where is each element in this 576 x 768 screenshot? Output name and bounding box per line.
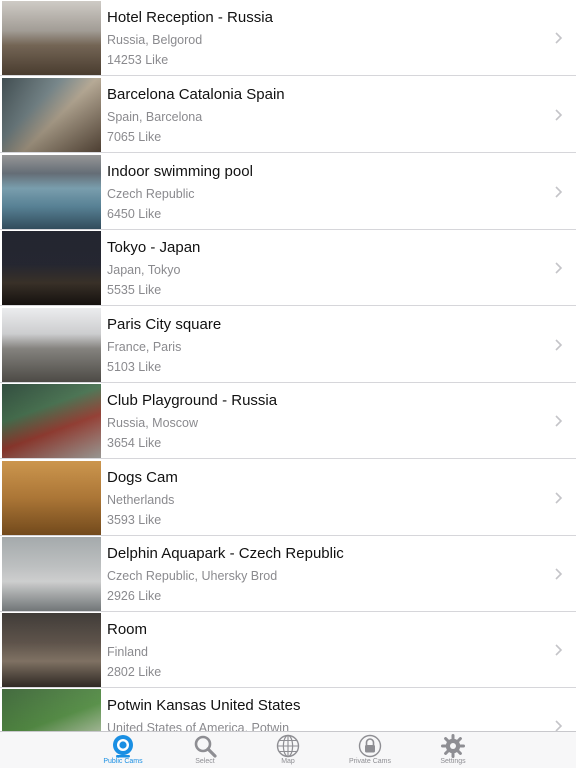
tab-label: Private Cams (348, 758, 391, 765)
cam-likes: 3654 Like (107, 436, 162, 450)
cam-thumbnail (2, 155, 101, 229)
tab-label: Public Cams (103, 758, 143, 765)
cam-location: Netherlands (107, 493, 175, 507)
cam-likes: 5535 Like (107, 283, 162, 297)
cam-list: Hotel Reception - Russia Russia, Belgoro… (0, 0, 576, 731)
cam-thumbnail (2, 231, 101, 305)
cam-likes: 7065 Like (107, 130, 162, 144)
chevron-right-icon (555, 109, 563, 121)
cam-title: Delphin Aquapark - Czech Republic (107, 545, 344, 562)
cam-thumbnail (2, 384, 101, 458)
tab-public-cams[interactable]: Public Cams (83, 732, 163, 768)
cam-location: Czech Republic, Uhersky Brod (107, 569, 278, 583)
cam-thumbnail (2, 461, 101, 535)
cam-location: Spain, Barcelona (107, 110, 203, 124)
cam-likes: 6450 Like (107, 207, 162, 221)
cam-likes: 14253 Like (107, 53, 169, 67)
chevron-right-icon (555, 186, 563, 198)
gear-icon (441, 734, 465, 758)
cam-title: Potwin Kansas United States (107, 697, 301, 714)
lock-icon (358, 734, 382, 758)
cam-location: Finland (107, 645, 148, 659)
cam-row-delphin-aquapark[interactable]: Delphin Aquapark - Czech Republic Czech … (0, 536, 576, 612)
cam-thumbnail (2, 689, 101, 731)
cam-title: Club Playground - Russia (107, 392, 278, 409)
cam-likes: 2802 Like (107, 665, 162, 679)
cam-location: France, Paris (107, 340, 182, 354)
cam-title: Hotel Reception - Russia (107, 9, 273, 26)
cam-thumbnail (2, 613, 101, 687)
cam-row-paris[interactable]: Paris City square France, Paris 5103 Lik… (0, 307, 576, 383)
tab-label: Map (281, 758, 295, 765)
chevron-right-icon (555, 339, 563, 351)
cam-row-potwin-kansas[interactable]: Potwin Kansas United States United State… (0, 688, 576, 731)
cam-location: Russia, Moscow (107, 416, 198, 430)
search-icon (194, 735, 217, 758)
cam-thumbnail (2, 308, 101, 382)
cam-thumbnail (2, 537, 101, 611)
tab-settings[interactable]: Settings (413, 732, 493, 768)
tab-label: Select (195, 758, 215, 765)
cam-row-tokyo[interactable]: Tokyo - Japan Japan, Tokyo 5535 Like (0, 230, 576, 306)
tab-bar: Public Cams Select Map Private Cams Sett… (0, 731, 576, 768)
cam-title: Dogs Cam (107, 469, 178, 486)
tab-map[interactable]: Map (248, 732, 328, 768)
cam-row-dogs-cam[interactable]: Dogs Cam Netherlands 3593 Like (0, 460, 576, 536)
chevron-right-icon (555, 262, 563, 274)
cam-location: Russia, Belgorod (107, 33, 203, 47)
chevron-right-icon (555, 568, 563, 580)
cam-likes: 2926 Like (107, 589, 162, 603)
chevron-right-icon (555, 415, 563, 427)
cam-location: Czech Republic (107, 187, 195, 201)
cam-title: Tokyo - Japan (107, 239, 201, 256)
cam-location: Japan, Tokyo (107, 263, 181, 277)
globe-icon (276, 734, 300, 758)
cam-likes: 5103 Like (107, 360, 162, 374)
cam-row-room[interactable]: Room Finland 2802 Like (0, 612, 576, 688)
cam-thumbnail (2, 78, 101, 152)
chevron-right-icon (555, 492, 563, 504)
tab-private-cams[interactable]: Private Cams (330, 732, 410, 768)
cam-location: United States of America, Potwin (107, 721, 290, 731)
cam-row-indoor-pool[interactable]: Indoor swimming pool Czech Republic 6450… (0, 154, 576, 230)
chevron-right-icon (555, 720, 563, 731)
cam-title: Indoor swimming pool (107, 163, 253, 180)
tab-label: Settings (440, 758, 466, 765)
cam-row-hotel-reception[interactable]: Hotel Reception - Russia Russia, Belgoro… (0, 0, 576, 76)
tab-select[interactable]: Select (165, 732, 245, 768)
cam-title: Paris City square (107, 316, 222, 333)
chevron-right-icon (555, 644, 563, 656)
cam-title: Room (107, 621, 148, 638)
cam-thumbnail (2, 1, 101, 75)
webcam-icon (113, 735, 133, 758)
cam-title: Barcelona Catalonia Spain (107, 86, 285, 103)
cam-row-club-playground[interactable]: Club Playground - Russia Russia, Moscow … (0, 383, 576, 459)
cam-likes: 3593 Like (107, 513, 162, 527)
chevron-right-icon (555, 32, 563, 44)
cam-row-barcelona[interactable]: Barcelona Catalonia Spain Spain, Barcelo… (0, 77, 576, 153)
